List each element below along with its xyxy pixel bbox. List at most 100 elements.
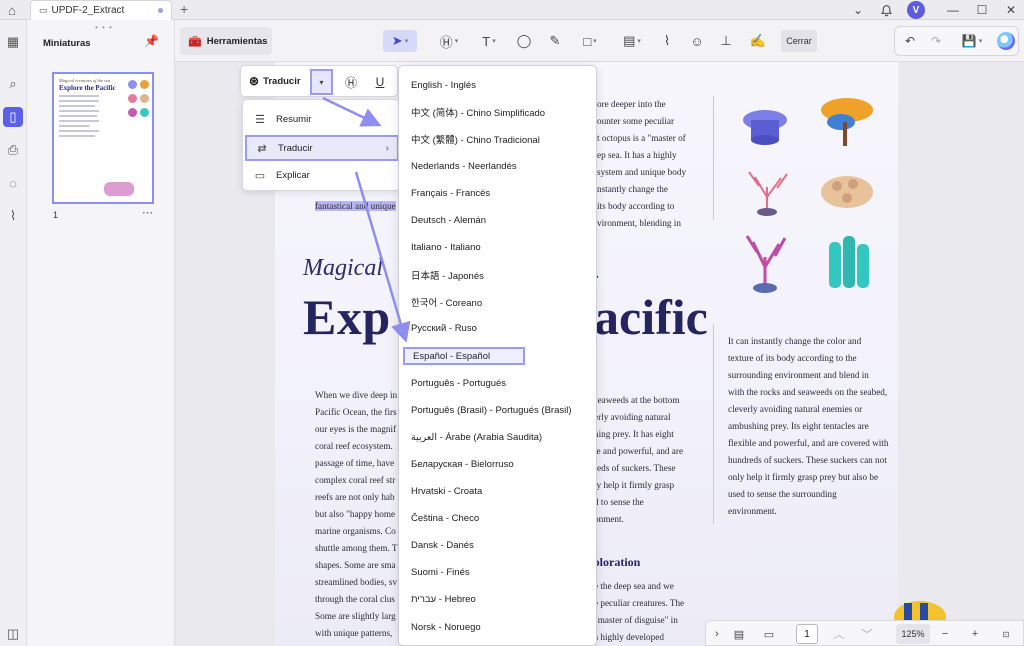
column-text-left: When we dive deep in Pacific Ocean, the f… xyxy=(315,387,398,642)
text-icon: T xyxy=(482,33,491,49)
tools-button[interactable]: 🧰 Herramientas xyxy=(180,27,272,55)
menu-item-summarize[interactable]: ☰ Resumir xyxy=(245,106,399,132)
underline-icon[interactable]: U xyxy=(371,73,389,91)
language-option[interactable]: Dansk - Danés xyxy=(411,537,474,555)
title-end: acific xyxy=(594,289,708,345)
presentation-icon[interactable]: ▭ xyxy=(760,625,778,643)
text-line: hundreds of suckers. These suckers can n… xyxy=(728,455,887,465)
zoom-in-icon[interactable]: + xyxy=(968,625,982,643)
language-option[interactable]: Русский - Ruso xyxy=(411,320,477,338)
fit-page-icon[interactable]: ⊡ xyxy=(998,625,1014,643)
search-icon[interactable]: ⌕ xyxy=(3,74,23,94)
signature-tool-button[interactable]: ✍ xyxy=(745,30,771,52)
translate-dropdown-button[interactable]: ▾ xyxy=(310,69,333,95)
language-option[interactable]: Français - Francés xyxy=(411,184,490,202)
language-option[interactable]: 中文 (繁體) - Chino Tradicional xyxy=(411,130,540,148)
next-page-icon[interactable]: ﹀ xyxy=(860,625,874,643)
more-icon[interactable]: ⋯ xyxy=(142,206,153,219)
undo-icon[interactable]: ↶ xyxy=(901,32,919,50)
text-line: streamlined bodies, sv xyxy=(315,577,397,587)
text-line: ounter some peculiar xyxy=(597,116,675,126)
ai-assistant-icon[interactable] xyxy=(997,32,1015,50)
new-tab-icon[interactable]: + xyxy=(180,1,188,17)
header-tool-button[interactable]: Ⓗ ▾ xyxy=(433,30,465,52)
ai-action-menu: ☰ Resumir ⇄ Traducir › ▭ Explicar xyxy=(242,99,400,191)
language-option[interactable]: Deutsch - Alemán xyxy=(411,212,486,230)
thumbnails-title: Miniaturas xyxy=(43,38,91,49)
translate-label[interactable]: ⊛ Traducir xyxy=(249,74,301,88)
save-icon[interactable]: 💾 ▾ xyxy=(957,32,987,50)
attachment-icon[interactable]: ⌇ xyxy=(3,206,23,226)
pin-icon[interactable]: 📌 xyxy=(144,34,159,48)
language-option[interactable]: Nederlands - Neerlandés xyxy=(411,157,517,175)
thumbnails-icon[interactable]: ▯ xyxy=(3,107,23,127)
comment-icon[interactable]: ◌ xyxy=(3,173,23,193)
menu-item-translate[interactable]: ⇄ Traducir › xyxy=(245,135,399,161)
user-avatar[interactable]: V xyxy=(907,1,925,19)
text-line: ly help it firmly grasp xyxy=(594,480,675,490)
language-option[interactable]: Português - Portugués xyxy=(411,374,506,392)
coral-icon xyxy=(128,108,137,117)
language-option[interactable]: 한국어 - Coreano xyxy=(411,293,482,311)
coral-icon xyxy=(745,235,787,287)
redo-icon[interactable]: ↷ xyxy=(927,32,945,50)
heading-icon: Ⓗ xyxy=(439,34,453,50)
chevron-down-icon[interactable]: ⌄ xyxy=(849,1,867,19)
shape-tool-button[interactable]: □ ▾ xyxy=(574,30,606,52)
maximize-icon[interactable]: ☐ xyxy=(973,1,991,19)
close-tools-button[interactable]: Cerrar xyxy=(781,30,817,52)
text-tool-button[interactable]: T ▾ xyxy=(473,30,505,52)
text-line: e peculiar creatures. The xyxy=(594,598,685,608)
pen-tool-button[interactable]: ✎ xyxy=(544,30,566,52)
language-option[interactable]: Беларуская - Bielorruso xyxy=(411,455,514,473)
highlight-icon[interactable]: Ⓗ xyxy=(342,73,360,91)
text-line: t octopus is a "master of xyxy=(597,133,686,143)
coral-icon xyxy=(140,80,149,89)
home-icon[interactable]: ⌂ xyxy=(3,1,21,19)
column-text-middle: seaweeds at the bottom erly avoiding natu… xyxy=(594,392,683,528)
sticker-tool-button[interactable]: ☺ xyxy=(686,30,708,52)
language-option[interactable]: עברית - Hebreo xyxy=(411,591,476,609)
comment-tool-button[interactable]: ◯ xyxy=(513,30,535,52)
text-line: vironment, blending in xyxy=(597,218,681,228)
attach-tool-button[interactable]: ⌇ xyxy=(656,30,678,52)
highlighted-text[interactable]: fantastical and unique xyxy=(315,198,396,215)
text-line: a highly developed xyxy=(594,632,664,642)
language-option[interactable]: Italiano - Italiano xyxy=(411,239,481,257)
reading-mode-icon[interactable]: ▤ xyxy=(730,625,748,643)
stamp-tool-button[interactable]: ⊥ xyxy=(715,30,737,52)
title-start: Exp xyxy=(303,289,391,345)
menu-item-explain[interactable]: ▭ Explicar xyxy=(245,162,399,188)
language-option[interactable]: Português (Brasil) - Portugués (Brasil) xyxy=(411,401,572,419)
language-option[interactable]: English - Inglés xyxy=(411,76,476,94)
language-option[interactable]: Čeština - Checo xyxy=(411,510,479,528)
close-window-icon[interactable]: ✕ xyxy=(1002,1,1020,19)
language-option[interactable]: 日本語 - Japonés xyxy=(411,266,484,284)
zoom-out-icon[interactable]: − xyxy=(938,625,952,643)
language-option[interactable]: Español - Español xyxy=(403,347,525,365)
coral-icon xyxy=(743,110,787,145)
drag-handle-icon[interactable]: • • • xyxy=(95,23,113,32)
collapse-icon[interactable]: › xyxy=(710,625,724,643)
language-option[interactable]: 中文 (简体) - Chino Simplificado xyxy=(411,103,545,121)
text-line: marine organisms. Co xyxy=(315,526,396,536)
prev-page-icon[interactable]: ︿ xyxy=(832,625,846,643)
language-option[interactable]: العربية - Árabe (Arabia Saudita) xyxy=(411,428,542,446)
language-option[interactable]: Suomi - Finés xyxy=(411,564,470,582)
document-tab[interactable]: ▭ UPDF-2_Extract xyxy=(30,0,172,20)
language-option[interactable]: Hrvatski - Croata xyxy=(411,483,482,501)
minimize-icon[interactable]: — xyxy=(944,1,962,19)
form-tool-button[interactable]: ▤ ▾ xyxy=(615,30,649,52)
layers-icon[interactable]: ◫ xyxy=(3,624,23,644)
page-number-label: 1 xyxy=(53,210,59,220)
select-tool-button[interactable]: ➤ ▾ xyxy=(383,30,417,52)
grid-icon[interactable]: ▦ xyxy=(3,32,23,52)
page-thumbnail[interactable]: Magical creatures of the sea Explore the… xyxy=(52,72,154,204)
language-option[interactable]: Norsk - Noruego xyxy=(411,618,481,636)
bookmark-icon[interactable]: ⎙ xyxy=(3,140,23,160)
page-input[interactable]: 1 xyxy=(796,624,818,644)
text-line: but also "happy home xyxy=(315,509,396,519)
bell-icon[interactable] xyxy=(877,1,895,19)
zoom-level[interactable]: 125% xyxy=(896,624,930,644)
text-line: nstantly change the xyxy=(597,184,668,194)
